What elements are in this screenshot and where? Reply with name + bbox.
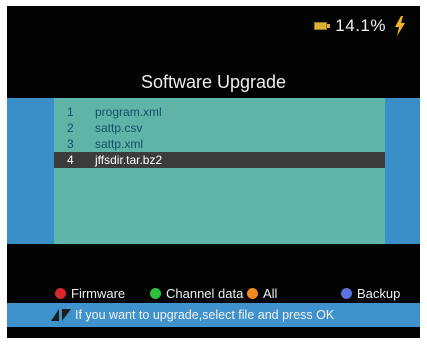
battery-percent: 14.1%	[335, 16, 386, 35]
lightning-bolt-icon	[395, 16, 405, 36]
color-key-legend: Firmware Channel data All Backup	[7, 283, 420, 303]
file-list: 1 program.xml 2 sattp.csv 3 sattp.xml 4 …	[54, 98, 385, 244]
file-name: program.xml	[95, 105, 162, 119]
firmware-label: Firmware	[71, 285, 126, 301]
file-number: 1	[67, 105, 74, 119]
file-number: 2	[67, 121, 74, 135]
file-number: 4	[67, 153, 74, 167]
status-bar: 14.1%	[314, 14, 406, 38]
firmware-button[interactable]: Firmware	[55, 283, 125, 303]
page-title: Software Upgrade	[140, 72, 287, 92]
all-label: All	[263, 285, 278, 301]
orange-dot-icon	[247, 287, 258, 299]
green-dot-icon	[150, 287, 161, 299]
file-number: 3	[67, 137, 74, 151]
backup-button[interactable]: Backup	[341, 283, 400, 303]
channel-data-button[interactable]: Channel data	[150, 283, 243, 303]
channel-data-label: Channel data	[166, 285, 244, 301]
hint-bar: If you want to upgrade,select file and p…	[7, 303, 420, 327]
battery-icon	[314, 22, 331, 30]
file-row-1[interactable]: 1 program.xml	[54, 104, 385, 120]
blue-dot-icon	[341, 287, 352, 299]
file-name: sattp.csv	[95, 121, 143, 135]
all-button[interactable]: All	[247, 283, 277, 303]
file-row-4-selected[interactable]: 4 jffsdir.tar.bz2	[54, 152, 385, 168]
file-name: sattp.xml	[95, 137, 144, 151]
file-panel: 1 program.xml 2 sattp.csv 3 sattp.xml 4 …	[7, 98, 420, 244]
up-down-arrows-icon	[51, 309, 71, 321]
file-row-2[interactable]: 2 sattp.csv	[54, 120, 385, 136]
hint-text: If you want to upgrade,select file and p…	[75, 308, 335, 322]
file-name: jffsdir.tar.bz2	[95, 153, 163, 167]
file-row-3[interactable]: 3 sattp.xml	[54, 136, 385, 152]
backup-label: Backup	[357, 285, 401, 301]
red-dot-icon	[55, 287, 66, 299]
tv-screen: 14.1% Software Upgrade 1 program.xml 2 s…	[7, 6, 420, 338]
